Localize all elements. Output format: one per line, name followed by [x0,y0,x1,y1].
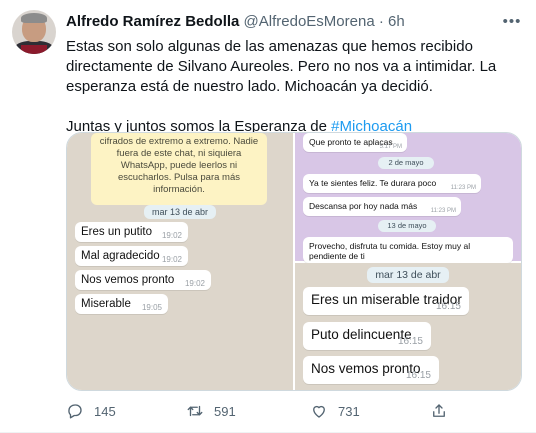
chat-bubble-text: Miserable [81,298,131,310]
retweet-button[interactable]: 591 [186,399,236,423]
share-button[interactable] [430,399,448,423]
chat-bubble-time: 16:15 [435,301,461,312]
chat-bubble-time: 11:23 PM [430,208,456,214]
author-handle[interactable]: @AlfredoEsMorena [244,13,375,30]
more-icon[interactable]: ••• [500,12,524,32]
chat-bubble: Que pronto te aplacas 5:17 PM [303,133,407,152]
media-image-bottom-right[interactable]: mar 13 de abr Eres un miserable traidor … [295,263,521,390]
chat-bubble-time: 16:15 [397,336,423,347]
chat-bubble-time: 19:02 [161,255,182,264]
avatar-badge [21,45,47,54]
chat-bubble: Mal agradecido 19:02 [75,246,188,266]
chat-bubble: Miserable 19:05 [75,294,168,314]
chat-bubble: Nos vemos pronto 16:15 [303,356,439,384]
tweet-header: Alfredo Ramírez Bedolla @AlfredoEsMorena… [66,12,524,32]
chat-bubble-text: Ya te sientes feliz. Te durara poco [309,178,437,188]
tweet-timestamp[interactable]: 6h [388,13,405,30]
chat-bubble-text: Mal agradecido [81,250,160,262]
chat-bubble: Eres un miserable traidor 16:15 [303,287,469,315]
retweet-icon [187,405,203,417]
chat-bubble: Ya te sientes feliz. Te durara poco 11:2… [303,174,481,193]
chat-bubble-time: 11:23 PM [450,185,476,191]
chat-bubble-time: 19:02 [184,279,205,288]
date-chip: 2 de mayo [378,157,434,169]
chat-bubble-time: 19:02 [161,231,182,240]
tweet-actions: 145 591 731 [66,399,522,423]
separator-dot: · [378,13,384,30]
media-image-top-right[interactable]: Que pronto te aplacas 5:17 PM 2 de mayo … [295,133,521,263]
chat-bubble-text: Nos vemos pronto [81,274,175,286]
chat-bubble: Provecho, disfruta tu comida. Estoy muy … [303,237,513,263]
chat-bubble-text: Nos vemos pronto [311,361,421,376]
chat-bubble: Descansa por hoy nada más 11:23 PM [303,197,461,216]
author-avatar[interactable] [12,10,56,54]
tweet-text: Estas son solo algunas de las amenazas q… [66,37,526,137]
chat-bubble: Eres un putito 19:02 [75,222,188,242]
chat-bubble-text: Eres un putito [81,226,152,238]
author-name[interactable]: Alfredo Ramírez Bedolla [66,13,239,30]
like-button[interactable]: 731 [310,399,360,423]
date-chip: mar 13 de abr [144,205,216,219]
media-image-left[interactable]: cifrados de extremo a extremo. Nadie fue… [67,133,293,390]
date-chip: mar 13 de abr [367,267,449,283]
chat-bubble: Puto delincuente 16:15 [303,322,431,350]
date-chip: 13 de mayo [378,220,436,232]
encryption-notice: cifrados de extremo a extremo. Nadie fue… [91,133,267,205]
chat-bubble-time: 19:05 [141,303,162,312]
reply-count: 145 [94,403,116,419]
chat-bubble: Nos vemos pronto 19:02 [75,270,211,290]
share-icon [433,404,445,417]
tweet-text-paragraph-1: Estas son solo algunas de las amenazas q… [66,38,497,95]
chat-bubble-text: Puto delincuente [311,327,412,342]
media-grid: cifrados de extremo a extremo. Nadie fue… [66,132,522,391]
chat-bubble-text: Descansa por hoy nada más [309,201,418,211]
avatar-hair [21,13,47,23]
like-count: 731 [338,403,360,419]
reply-button[interactable]: 145 [66,399,116,423]
chat-bubble-time: 5:17 PM [379,144,402,150]
retweet-count: 591 [214,403,236,419]
chat-bubble-time: 16:15 [405,370,431,381]
reply-icon [68,404,82,419]
heart-icon [313,405,325,418]
tweet[interactable]: Alfredo Ramírez Bedolla @AlfredoEsMorena… [0,0,536,433]
